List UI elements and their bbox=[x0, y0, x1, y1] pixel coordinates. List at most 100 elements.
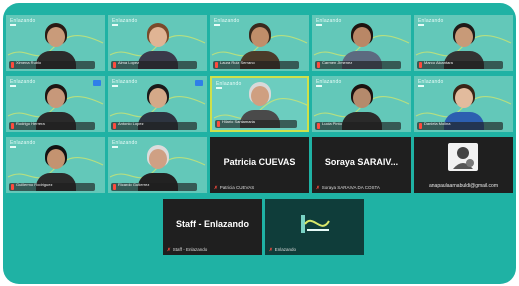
participant-name-bar: Hilario Santamaria bbox=[215, 120, 297, 128]
muted-mic-icon bbox=[317, 62, 320, 68]
muted-mic-icon bbox=[419, 123, 422, 129]
participant-name-label: ✗ Staff - Enlazando bbox=[167, 247, 207, 253]
watermark-mark bbox=[10, 85, 16, 87]
participant-video bbox=[133, 82, 183, 130]
participant-video bbox=[337, 82, 387, 130]
participant-tile[interactable]: Enlazando Guillermo Rodriguez bbox=[6, 137, 105, 193]
muted-mic-icon bbox=[11, 62, 14, 68]
participant-video bbox=[31, 143, 81, 191]
participant-face bbox=[250, 27, 269, 47]
participant-tile[interactable]: Enlazando Rodrigo Herrera bbox=[6, 76, 105, 132]
participant-face bbox=[454, 88, 473, 108]
muted-mic-icon bbox=[113, 123, 116, 129]
participant-tile[interactable]: Enlazando Ricardo Gutierrez bbox=[108, 137, 207, 193]
profile-photo bbox=[448, 143, 478, 171]
participant-name: Enlazando bbox=[274, 247, 297, 252]
participant-name: Lucia Pinto bbox=[322, 121, 342, 126]
participant-name: Guillermo Rodriguez bbox=[16, 182, 53, 187]
participant-name-bar: Marco Alcantara bbox=[417, 61, 503, 69]
participant-tile[interactable]: ✗ Enlazando bbox=[265, 199, 364, 255]
enlazando-logo bbox=[295, 211, 333, 237]
pin-icon[interactable] bbox=[195, 80, 203, 86]
muted-mic-icon: ✗ bbox=[214, 185, 218, 190]
participant-name: Laura Ruiz Serrano bbox=[220, 60, 255, 65]
muted-mic-icon bbox=[11, 123, 14, 129]
participant-name: Ricardo Gutierrez bbox=[118, 182, 150, 187]
participant-face bbox=[352, 27, 371, 47]
participant-name-bar: Ricardo Gutierrez bbox=[111, 183, 197, 191]
participant-face bbox=[250, 86, 269, 106]
muted-mic-icon: ✗ bbox=[167, 247, 171, 252]
participant-display-name: Patricia CUEVAS bbox=[223, 157, 296, 167]
participant-name-label: ✗ Soraya SARAIVA DA COSTA bbox=[316, 185, 380, 191]
participant-name-bar: Daniela Molina bbox=[417, 122, 503, 130]
participant-video bbox=[337, 21, 387, 69]
watermark-mark bbox=[112, 146, 118, 148]
participant-name-bar: Alma Lopez bbox=[111, 61, 197, 69]
participant-tile[interactable]: Patricia CUEVAS ✗ Patricia CUEVAS bbox=[210, 137, 309, 193]
participant-face bbox=[148, 149, 167, 169]
participant-name: Carmen Jimenez bbox=[322, 60, 353, 65]
watermark-mark bbox=[216, 87, 222, 89]
watermark-mark bbox=[418, 85, 424, 87]
watermark-mark bbox=[418, 24, 424, 26]
participant-tile[interactable]: Soraya SARAIV... ✗ Soraya SARAIVA DA COSTA bbox=[312, 137, 411, 193]
video-call-grid: Enlazando Ximena Rubio Enlazando Alma Lopez… bbox=[3, 3, 516, 284]
participant-tile[interactable]: Enlazando Hilario Santamaria bbox=[210, 76, 309, 132]
participant-face bbox=[46, 88, 65, 108]
enlazando-logo-image bbox=[301, 215, 330, 233]
participant-tile[interactable]: anapaulaarnabuldi@gmail.com bbox=[414, 137, 513, 193]
participant-email: anapaulaarnabuldi@gmail.com bbox=[428, 183, 498, 189]
participant-name-bar: Antonio Lopez bbox=[111, 122, 197, 130]
participant-tile[interactable]: Enlazando Alma Lopez bbox=[108, 15, 207, 71]
participant-name: Marco Alcantara bbox=[424, 60, 453, 65]
watermark-mark bbox=[112, 85, 118, 87]
muted-mic-icon bbox=[217, 121, 220, 127]
participant-name: Staff - Enlazando bbox=[172, 247, 208, 252]
muted-mic-icon bbox=[317, 123, 320, 129]
pin-icon[interactable] bbox=[93, 80, 101, 86]
participant-video bbox=[31, 21, 81, 69]
participant-display-name: Staff - Enlazando bbox=[175, 219, 249, 229]
watermark-mark bbox=[316, 24, 322, 26]
participant-name-label: ✗ Patricia CUEVAS bbox=[214, 185, 254, 191]
participant-tile[interactable]: Enlazando Carmen Jimenez bbox=[312, 15, 411, 71]
participant-name: Hilario Santamaria bbox=[222, 119, 255, 124]
participant-name-label: ✗ Enlazando bbox=[269, 247, 296, 253]
muted-mic-icon: ✗ bbox=[316, 185, 320, 190]
participant-video bbox=[133, 143, 183, 191]
participant-name: Soraya SARAIVA DA COSTA bbox=[321, 185, 380, 190]
profile-photo-image bbox=[453, 147, 474, 169]
participant-tile[interactable]: Enlazando Lucia Pinto bbox=[312, 76, 411, 132]
participant-video bbox=[235, 21, 285, 69]
participant-face bbox=[46, 27, 65, 47]
participant-video bbox=[235, 80, 285, 128]
participant-name-bar: Ximena Rubio bbox=[9, 61, 95, 69]
participant-video bbox=[133, 21, 183, 69]
participant-name: Antonio Lopez bbox=[118, 121, 144, 126]
participant-name: Alma Lopez bbox=[118, 60, 140, 65]
muted-mic-icon: ✗ bbox=[269, 247, 273, 252]
participant-face bbox=[352, 88, 371, 108]
participant-tile[interactable]: Enlazando Laura Ruiz Serrano bbox=[210, 15, 309, 71]
participant-tile[interactable]: Enlazando Marco Alcantara bbox=[414, 15, 513, 71]
watermark-mark bbox=[10, 24, 16, 26]
participant-name-bar: Carmen Jimenez bbox=[315, 61, 401, 69]
muted-mic-icon bbox=[11, 184, 14, 190]
watermark-mark bbox=[10, 146, 16, 148]
participant-tile[interactable]: Staff - Enlazando ✗ Staff - Enlazando bbox=[163, 199, 262, 255]
muted-mic-icon bbox=[215, 62, 218, 68]
participant-name-bar: Guillermo Rodriguez bbox=[9, 183, 95, 191]
watermark-mark bbox=[214, 24, 220, 26]
participant-name-bar: Laura Ruiz Serrano bbox=[213, 61, 299, 69]
participant-face bbox=[46, 149, 65, 169]
participant-video bbox=[31, 82, 81, 130]
participant-name: Rodrigo Herrera bbox=[16, 121, 45, 126]
watermark-mark bbox=[316, 85, 322, 87]
participant-tile[interactable]: Enlazando Daniela Molina bbox=[414, 76, 513, 132]
participant-tile[interactable]: Enlazando Ximena Rubio bbox=[6, 15, 105, 71]
muted-mic-icon bbox=[113, 184, 116, 190]
participant-face bbox=[454, 27, 473, 47]
watermark-mark bbox=[112, 24, 118, 26]
participant-tile[interactable]: Enlazando Antonio Lopez bbox=[108, 76, 207, 132]
